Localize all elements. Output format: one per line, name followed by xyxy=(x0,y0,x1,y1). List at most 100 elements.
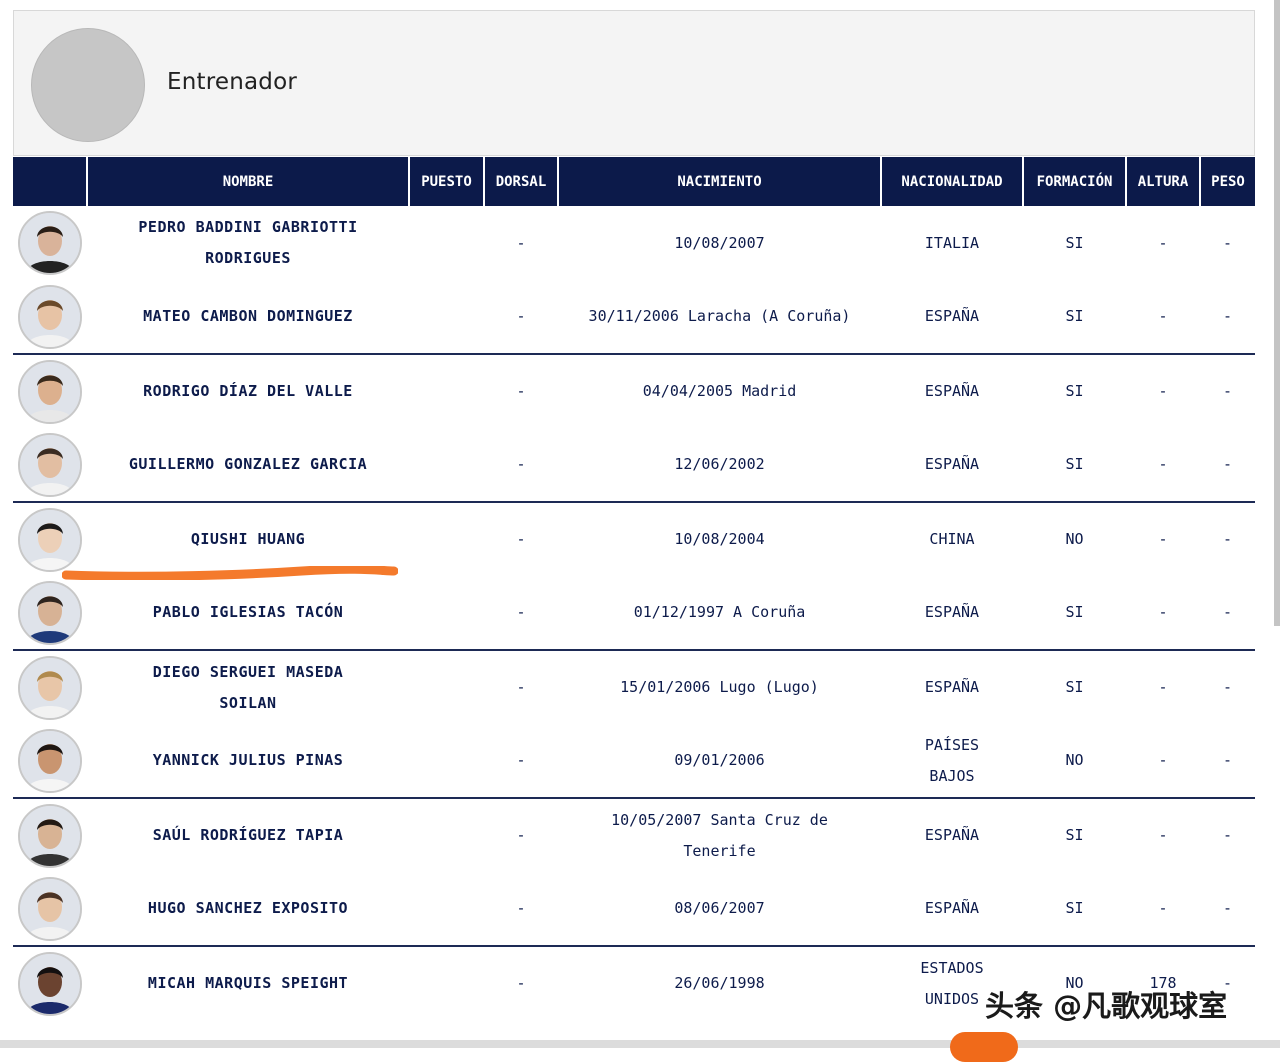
cell-nacimiento: 01/12/1997 A Coruña xyxy=(558,576,881,651)
player-photo[interactable] xyxy=(18,284,82,349)
cell-peso: - xyxy=(1222,826,1233,844)
cell-nacionalidad: ESPAÑA xyxy=(924,678,980,696)
cell-formacion: NO xyxy=(1023,724,1126,799)
player-photo[interactable] xyxy=(18,728,82,793)
cell-nacimiento: 30/11/2006 Laracha (A Coruña) xyxy=(558,280,881,355)
player-photo[interactable] xyxy=(18,580,82,645)
vertical-scrollbar[interactable] xyxy=(1274,0,1280,626)
cell-dorsal: - xyxy=(516,530,526,548)
cell-peso: - xyxy=(1222,382,1233,400)
cell-nacionalidad: CHINA xyxy=(929,530,975,548)
cell-dorsal: - xyxy=(516,678,526,696)
cell-nacionalidad: ESPAÑA xyxy=(881,280,1023,355)
cell-nacionalidad: ESPAÑA xyxy=(924,382,980,400)
cell-photo xyxy=(13,576,87,651)
header-nacionalidad[interactable]: NACIONALIDAD xyxy=(880,157,1023,206)
cell-nombre[interactable]: MATEO CAMBON DOMINGUEZ xyxy=(87,280,409,355)
player-photo[interactable] xyxy=(18,211,82,275)
player-photo[interactable] xyxy=(18,876,82,941)
cell-nacionalidad: ESPAÑA xyxy=(881,872,1023,947)
cell-nacimiento: 10/08/2004 xyxy=(674,530,765,548)
cell-formacion: SI xyxy=(1065,233,1084,252)
orange-annotation-stroke xyxy=(62,566,398,580)
cell-peso: - xyxy=(1222,678,1233,696)
cell-peso: - xyxy=(1222,530,1233,548)
cell-puesto xyxy=(409,650,484,724)
cell-dorsal: - xyxy=(484,576,558,651)
cell-puesto xyxy=(409,576,484,651)
cell-nombre[interactable]: SAÚL RODRÍGUEZ TAPIA xyxy=(87,798,409,872)
cell-nacimiento: 09/01/2006 xyxy=(558,724,881,799)
cell-dorsal: - xyxy=(484,724,558,799)
cell-puesto xyxy=(409,428,484,503)
cell-nombre[interactable]: RODRIGO DÍAZ DEL VALLE xyxy=(87,354,409,428)
table-row: GUILLERMO GONZALEZ GARCIA -12/06/2002 ESPA… xyxy=(13,428,1255,503)
cell-altura: - xyxy=(1126,428,1200,503)
header-dorsal[interactable]: DORSAL xyxy=(483,157,558,206)
cell-nombre[interactable]: GUILLERMO GONZALEZ GARCIA xyxy=(87,428,409,503)
cell-nombre[interactable]: HUGO SANCHEZ EXPOSITO xyxy=(87,872,409,947)
cell-nacimiento: 10/08/2007 xyxy=(674,233,765,252)
player-photo[interactable] xyxy=(18,359,82,424)
cell-formacion: SI xyxy=(1065,382,1084,400)
player-photo[interactable] xyxy=(18,432,82,497)
header-nombre[interactable]: NOMBRE xyxy=(86,157,409,206)
table-row: RODRIGO DÍAZ DEL VALLE - 04/04/2005 Madrid… xyxy=(13,354,1255,428)
table-row: HUGO SANCHEZ EXPOSITO - 08/06/2007 ESPAÑA SI… xyxy=(13,872,1255,947)
cell-nacimiento: 12/06/2002 xyxy=(558,428,881,503)
cell-altura: - xyxy=(1126,724,1200,799)
player-photo[interactable] xyxy=(18,655,82,720)
cell-nacionalidad: ESPAÑA xyxy=(881,576,1023,651)
cell-nacimiento: 10/05/2007 Santa Cruz de Tenerife xyxy=(611,810,828,860)
cell-dorsal: - xyxy=(516,382,526,400)
table-row: QIUSHI HUANG - 10/08/2004 CHINA NO - - xyxy=(13,502,1255,576)
cell-formacion: SI xyxy=(1023,872,1126,947)
cell-nombre[interactable]: DIEGO SERGUEI MASEDA SOILAN xyxy=(87,650,409,724)
cell-puesto xyxy=(409,206,484,280)
header-puesto[interactable]: PUESTO xyxy=(408,157,484,206)
player-photo[interactable] xyxy=(18,803,82,868)
cell-peso: - xyxy=(1200,280,1255,355)
cell-formacion: SI xyxy=(1065,826,1084,844)
cell-altura: - xyxy=(1158,826,1168,844)
header-altura[interactable]: ALTURA xyxy=(1125,157,1200,206)
header-photo xyxy=(13,157,87,206)
cell-altura: - xyxy=(1126,872,1200,947)
watermark: 头条 @凡歌观球室 xyxy=(985,989,1228,1023)
cell-photo xyxy=(13,428,87,503)
cell-photo xyxy=(13,502,87,576)
cell-puesto xyxy=(409,502,484,576)
cell-dorsal: - xyxy=(484,428,558,503)
player-photo[interactable] xyxy=(18,951,82,1016)
table-row: MATEO CAMBON DOMINGUEZ -30/11/2006 Larach… xyxy=(13,280,1255,355)
cell-nacionalidad: ITALIA xyxy=(924,233,980,252)
header-nacimiento[interactable]: NACIMIENTO xyxy=(557,157,881,206)
cell-nombre[interactable]: QIUSHI HUANG xyxy=(87,502,409,576)
cell-formacion: SI xyxy=(1023,280,1126,355)
cell-nacionalidad: PAÍSES BAJOS xyxy=(881,724,1023,799)
cell-nombre[interactable]: PABLO IGLESIAS TACÓN xyxy=(87,576,409,651)
cell-dorsal: - xyxy=(516,974,526,992)
cell-puesto xyxy=(409,946,484,1020)
bottom-bar xyxy=(0,1040,1280,1048)
cell-altura: - xyxy=(1126,280,1200,355)
cell-photo xyxy=(13,280,87,355)
coach-card: Entrenador xyxy=(13,10,1255,156)
cell-nombre[interactable]: YANNICK JULIUS PINAS xyxy=(87,724,409,799)
table-row: SAÚL RODRÍGUEZ TAPIA - 10/05/2007 Santa Cr… xyxy=(13,798,1255,872)
cell-nombre[interactable]: PEDRO BADDINI GABRIOTTI RODRIGUES xyxy=(87,206,409,280)
header-formacion[interactable]: FORMACIÓN xyxy=(1022,157,1126,206)
cell-formacion: SI xyxy=(1023,428,1126,503)
cell-formacion: NO xyxy=(1065,530,1084,548)
cell-nacimiento: 08/06/2007 xyxy=(558,872,881,947)
cell-dorsal: - xyxy=(484,280,558,355)
cell-nombre[interactable]: MICAH MARQUIS SPEIGHT xyxy=(87,946,409,1020)
cell-nacionalidad: ESPAÑA xyxy=(924,826,980,844)
table-row: PEDRO BADDINI GABRIOTTI RODRIGUES - 10/08/… xyxy=(13,206,1255,280)
header-peso[interactable]: PESO xyxy=(1199,157,1255,206)
cell-photo xyxy=(13,724,87,799)
cell-altura: - xyxy=(1158,530,1168,548)
cell-altura: - xyxy=(1126,576,1200,651)
cell-dorsal: - xyxy=(516,233,526,252)
player-photo[interactable] xyxy=(18,507,82,572)
